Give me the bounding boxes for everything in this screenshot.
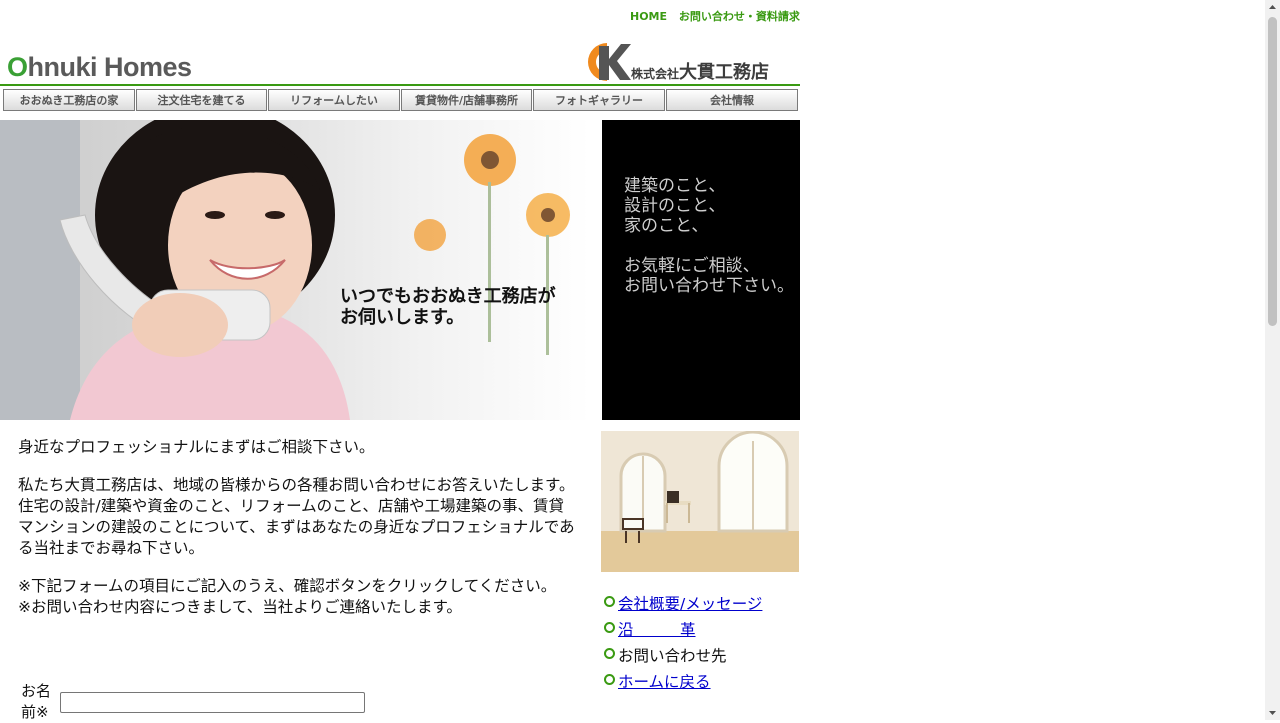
- consultation-banner: 建築のこと、 設計のこと、 家のこと、 お気軽にご相談、 お問い合わせ下さい。: [602, 120, 800, 420]
- interior-image: [601, 431, 799, 572]
- logo-text: hnuki Homes: [27, 52, 193, 82]
- company-profile-link[interactable]: 会社概要/メッセージ: [618, 591, 762, 617]
- room-photo: [601, 431, 799, 572]
- logo-letter: O: [7, 52, 28, 82]
- operator-photo: [0, 120, 570, 420]
- main-content: 身近なプロフェッショナルにまずはご相談下さい。 私たち大貫工務店は、地域の皆様か…: [18, 437, 578, 635]
- side-link-history: 沿 革: [604, 617, 762, 643]
- side-menu: 会社概要/メッセージ 沿 革 お問い合わせ先 ホームに戻る: [604, 591, 762, 695]
- name-label-line1: お名: [21, 682, 52, 700]
- bullet-icon: [604, 621, 615, 633]
- vertical-scrollbar[interactable]: [1265, 0, 1280, 720]
- corp-name: 大貫工務店: [679, 62, 770, 83]
- hero-image: いつでもおおぬき工務店が お伺いします。: [0, 120, 590, 420]
- contact-request-link[interactable]: お問い合わせ・資料請求: [679, 10, 800, 23]
- corp-prefix: 株式会社: [631, 67, 680, 81]
- corporate-logo: 株式会社大貫工務店: [585, 40, 797, 84]
- contact-current-label: お問い合わせ先: [618, 647, 727, 665]
- hero-caption-line2: お伺いします。: [340, 307, 465, 328]
- scroll-up-arrow-icon[interactable]: [1265, 0, 1280, 15]
- main-nav: おおぬき工務店の家 注文住宅を建てる リフォームしたい 賃貸物件/店舗事務所 フ…: [3, 89, 798, 111]
- header-divider: [0, 84, 800, 86]
- hero-caption-line1: いつでもおおぬき工務店が: [340, 286, 556, 307]
- nav-custom-home[interactable]: 注文住宅を建てる: [136, 89, 267, 111]
- page: HOME お問い合わせ・資料請求 Ohnuki Homes 株式会社大貫工務店 …: [0, 0, 800, 723]
- banner-line: 家のこと、: [624, 216, 709, 236]
- top-links: HOME お問い合わせ・資料請求: [630, 8, 808, 24]
- bullet-icon: [604, 647, 615, 659]
- contact-note: ※お問い合わせ内容につきまして、当社よりご連絡いたします。: [18, 598, 462, 616]
- back-home-link[interactable]: ホームに戻る: [618, 669, 711, 695]
- side-link-contact: お問い合わせ先: [604, 643, 762, 669]
- description-text: 私たち大貫工務店は、地域の皆様からの各種お問い合わせにお答えいたします。住宅の設…: [18, 476, 575, 557]
- nav-rental[interactable]: 賃貸物件/店舗事務所: [401, 89, 532, 111]
- nav-gallery[interactable]: フォトギャラリー: [533, 89, 665, 111]
- form-instruction: ※下記フォームの項目にご記入のうえ、確認ボタンをクリックしてください。: [18, 577, 557, 595]
- banner-line: お問い合わせ下さい。: [624, 276, 794, 296]
- scroll-down-arrow-icon[interactable]: [1265, 705, 1280, 720]
- bullet-icon: [604, 673, 615, 685]
- side-link-home: ホームに戻る: [604, 669, 762, 695]
- corporate-name: 株式会社大貫工務店: [631, 58, 769, 84]
- banner-line: 建築のこと、: [624, 176, 726, 196]
- name-input[interactable]: [60, 692, 365, 713]
- side-link-company-profile: 会社概要/メッセージ: [604, 591, 762, 617]
- bullet-icon: [604, 595, 615, 607]
- hero-caption: いつでもおおぬき工務店が お伺いします。: [340, 286, 556, 328]
- history-link[interactable]: 沿 革: [618, 617, 696, 643]
- banner-line: お気軽にご相談、: [624, 256, 760, 276]
- nav-company[interactable]: 会社情報: [666, 89, 798, 111]
- intro-text: 身近なプロフェッショナルにまずはご相談下さい。: [18, 438, 375, 456]
- name-field-label: お名 前※: [21, 681, 51, 723]
- corporate-mark-icon: [588, 43, 631, 81]
- home-link[interactable]: HOME: [630, 10, 667, 23]
- nav-reform[interactable]: リフォームしたい: [268, 89, 400, 111]
- scrollbar-thumb[interactable]: [1268, 17, 1277, 326]
- site-logo[interactable]: Ohnuki Homes: [7, 52, 192, 83]
- consultation-text: 建築のこと、 設計のこと、 家のこと、 お気軽にご相談、 お問い合わせ下さい。: [624, 176, 794, 296]
- nav-our-homes[interactable]: おおぬき工務店の家: [3, 89, 135, 111]
- banner-line: 設計のこと、: [624, 196, 726, 216]
